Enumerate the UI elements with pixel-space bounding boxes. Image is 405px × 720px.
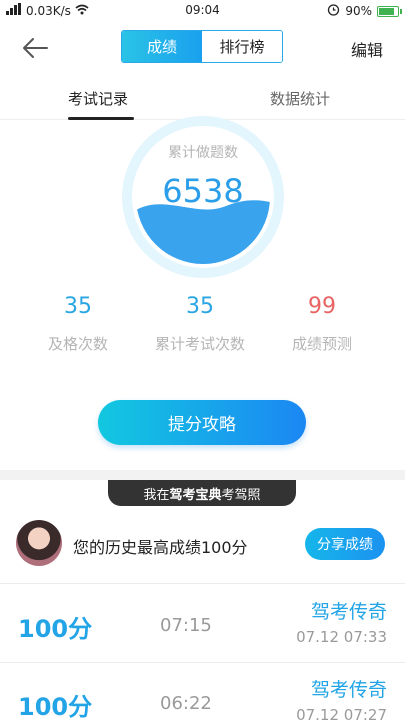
record-score: 100分: [18, 693, 93, 720]
metric-pass-count: 35 及格次数: [18, 294, 138, 354]
battery-percent: 90%: [345, 4, 372, 18]
banner-brand: 驾考宝典: [169, 487, 222, 503]
metric-label: 累计考试次数: [154, 335, 245, 353]
metric-value: 35: [64, 294, 92, 319]
banner-prefix: 我在: [143, 487, 170, 503]
status-bar: 0.03K/s 09:04 90%: [0, 0, 405, 22]
back-button[interactable]: [20, 36, 50, 60]
alarm-icon: [327, 3, 340, 19]
record-duration: 06:22: [160, 693, 212, 714]
segment-leaderboard[interactable]: 排行榜: [202, 31, 282, 62]
metric-value: 35: [186, 294, 214, 319]
record-score: 100分: [18, 615, 93, 643]
best-score-row: 您的历史最高成绩100分 分享成绩: [0, 510, 405, 584]
battery-icon: [377, 5, 402, 17]
section-divider: [0, 470, 405, 480]
banner-suffix: 考驾照: [221, 487, 261, 503]
brand-banner: 我在 驾考宝典 考驾照: [108, 480, 296, 506]
metric-exam-count: 35 累计考试次数: [140, 294, 260, 354]
best-score-text: 您的历史最高成绩100分: [73, 538, 248, 557]
gauge-value: 6538: [162, 172, 244, 210]
record-row[interactable]: 100分 07:15 驾考传奇 07.12 07:33: [0, 585, 405, 663]
avatar: [16, 520, 62, 566]
metric-label: 成绩预测: [291, 335, 352, 353]
improve-score-button[interactable]: 提分攻略: [98, 400, 306, 445]
edit-button[interactable]: 编辑: [351, 37, 383, 61]
metric-score-prediction: 99 成绩预测: [262, 294, 382, 354]
record-duration: 07:15: [160, 615, 212, 636]
record-date: 07.12 07:27: [296, 706, 387, 720]
record-row[interactable]: 100分 06:22 驾考传奇 07.12 07:27: [0, 663, 405, 720]
metric-value: 99: [308, 294, 336, 319]
nav-bar: 成绩 排行榜 编辑: [0, 22, 405, 74]
segment-score[interactable]: 成绩: [122, 31, 202, 62]
tab-data-stats[interactable]: 数据统计: [270, 88, 330, 109]
sub-tabs: 考试记录 数据统计: [0, 74, 405, 120]
record-rank: 驾考传奇: [310, 679, 387, 701]
metric-label: 及格次数: [47, 335, 108, 353]
tab-exam-records[interactable]: 考试记录: [68, 88, 128, 109]
record-date: 07.12 07:33: [296, 628, 387, 646]
back-arrow-icon: [23, 38, 48, 58]
gauge-label: 累计做题数: [168, 145, 238, 161]
segmented-control: 成绩 排行榜: [121, 30, 283, 63]
record-rank: 驾考传奇: [310, 601, 387, 623]
share-score-button[interactable]: 分享成绩: [305, 528, 385, 560]
total-questions-gauge: 累计做题数 6538: [122, 116, 284, 278]
stats-panel: 累计做题数 6538 35 及格次数 35 累计考试次数 99 成绩预测 提分攻…: [0, 116, 405, 470]
